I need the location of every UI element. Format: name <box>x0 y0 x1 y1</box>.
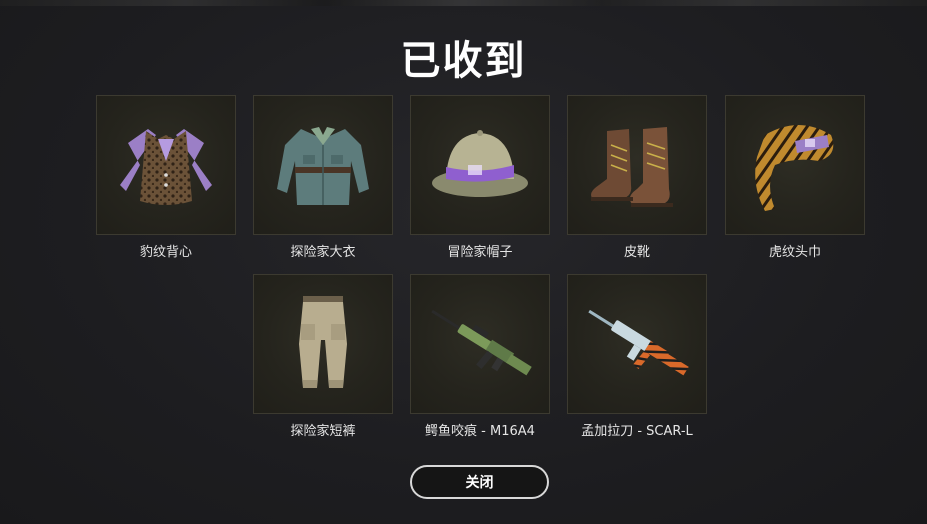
reward-item-explorer-coat[interactable]: 探险家大衣 <box>253 95 393 260</box>
item-tile <box>725 95 865 235</box>
leopard-vest-icon <box>120 129 212 205</box>
tiger-bandana-icon <box>755 125 834 211</box>
item-tile <box>253 95 393 235</box>
item-label: 豹纹背心 <box>139 245 192 260</box>
leather-boots-icon <box>591 127 673 207</box>
item-label: 孟加拉刀 - SCAR-L <box>581 424 693 439</box>
item-label: 冒险家帽子 <box>447 245 513 260</box>
item-label: 皮靴 <box>623 245 650 260</box>
scar-l-rifle-icon <box>588 309 689 376</box>
reward-item-m16a4[interactable]: 鳄鱼咬痕 - M16A4 <box>410 274 550 439</box>
item-label: 鳄鱼咬痕 - M16A4 <box>425 424 535 439</box>
item-tile <box>96 95 236 235</box>
reward-item-explorer-pants[interactable]: 探险家短裤 <box>253 274 393 439</box>
item-label: 探险家短裤 <box>290 424 356 439</box>
reward-item-scar-l[interactable]: 孟加拉刀 - SCAR-L <box>567 274 707 439</box>
close-button[interactable]: 关闭 <box>410 465 549 499</box>
reward-item-leopard-vest[interactable]: 豹纹背心 <box>96 95 236 260</box>
reward-item-pith-helmet[interactable]: 冒险家帽子 <box>410 95 550 260</box>
reward-item-tiger-bandana[interactable]: 虎纹头巾 <box>725 95 865 260</box>
reward-dialog: 已收到 豹纹背心 探险家大衣 冒险家帽子 皮靴 虎纹头巾 探险家短裤 鳄鱼咬痕 … <box>0 0 927 524</box>
dialog-title: 已收到 <box>400 38 527 84</box>
pith-helmet-icon <box>432 130 528 197</box>
item-tile <box>567 274 707 414</box>
item-tile <box>410 95 550 235</box>
m16a4-rifle-icon <box>431 309 532 376</box>
item-tile <box>410 274 550 414</box>
item-label: 虎纹头巾 <box>768 245 821 260</box>
explorer-pants-icon <box>299 296 347 388</box>
explorer-coat-icon <box>277 127 369 205</box>
top-decor-strip <box>0 0 927 6</box>
reward-item-leather-boots[interactable]: 皮靴 <box>567 95 707 260</box>
item-label: 探险家大衣 <box>290 245 356 260</box>
item-tile <box>567 95 707 235</box>
item-tile <box>253 274 393 414</box>
